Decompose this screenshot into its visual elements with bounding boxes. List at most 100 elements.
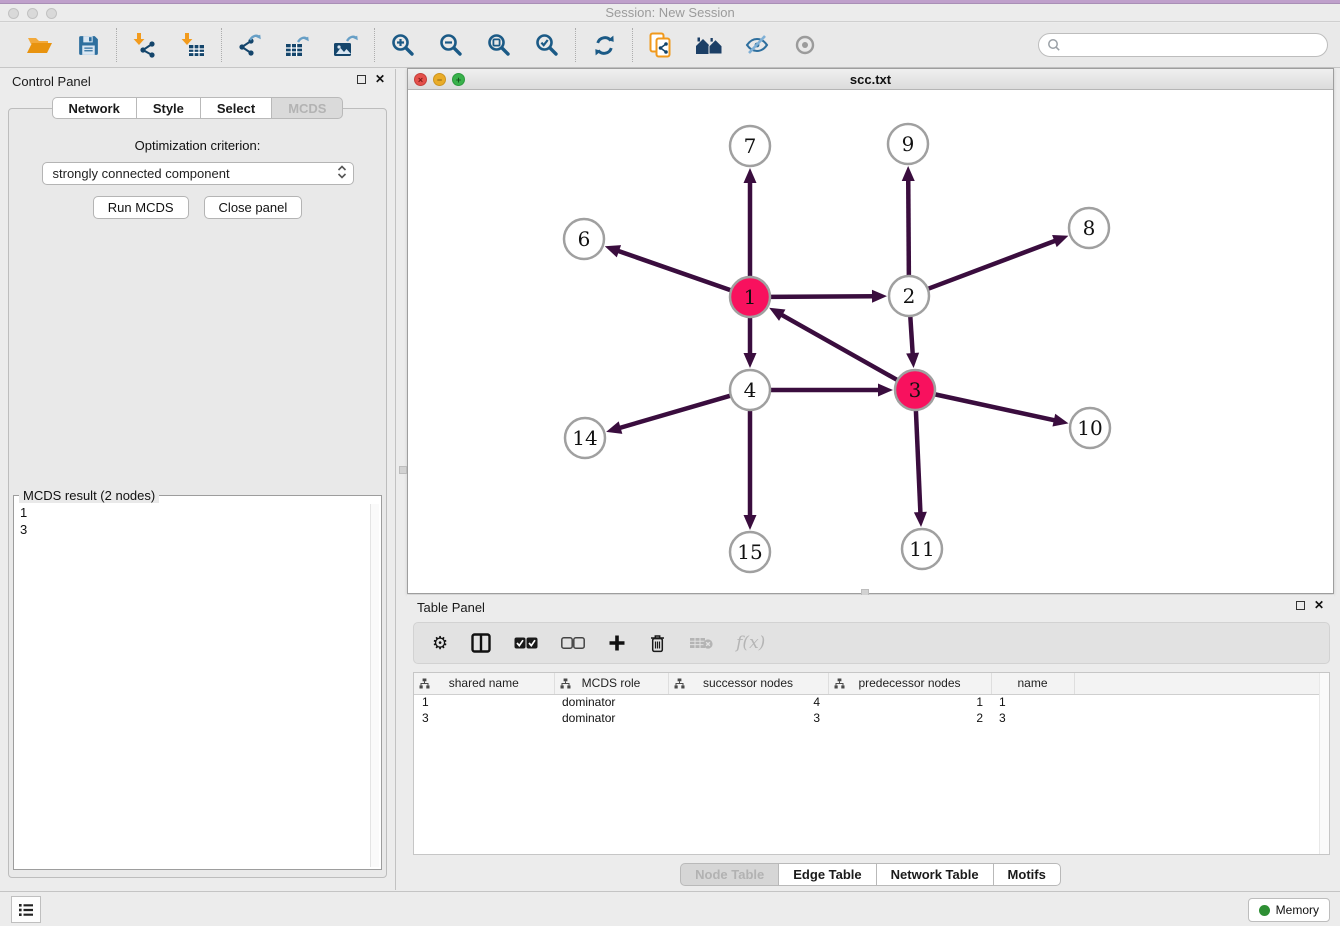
table-scrollbar[interactable] bbox=[1319, 673, 1329, 854]
graph-node-15[interactable]: 15 bbox=[730, 532, 770, 572]
refresh-layout-icon[interactable] bbox=[589, 30, 619, 60]
network-window-titlebar[interactable]: × − + scc.txt bbox=[408, 69, 1333, 90]
deselect-all-checkboxes-icon[interactable] bbox=[561, 630, 585, 656]
table-toolbar: ⚙ f(x) bbox=[413, 622, 1330, 664]
graph-edge-2-3[interactable] bbox=[906, 316, 919, 368]
import-table-icon[interactable] bbox=[178, 30, 208, 60]
tab-style[interactable]: Style bbox=[136, 97, 200, 119]
column-header-successor-nodes[interactable]: successor nodes bbox=[668, 673, 828, 694]
table-panel-title: Table Panel bbox=[417, 600, 485, 615]
selected-option: strongly connected component bbox=[53, 166, 230, 181]
graph-edge-3-1[interactable] bbox=[769, 308, 897, 380]
graph-node-2[interactable]: 2 bbox=[889, 276, 929, 316]
select-all-checkboxes-icon[interactable] bbox=[514, 630, 538, 656]
hide-eye-icon[interactable] bbox=[742, 30, 772, 60]
zoom-out-icon[interactable] bbox=[436, 30, 466, 60]
close-table-panel-icon[interactable]: ✕ bbox=[1314, 600, 1324, 610]
graph-node-1[interactable]: 1 bbox=[730, 277, 770, 317]
clone-network-icon[interactable] bbox=[646, 30, 676, 60]
float-panel-icon[interactable] bbox=[357, 75, 366, 84]
graph-node-8[interactable]: 8 bbox=[1069, 208, 1109, 248]
table-tabs: Node TableEdge TableNetwork TableMotifs bbox=[407, 863, 1334, 886]
network-canvas[interactable]: 7 9 6 8 1 2 4 3 14 10 15 11 bbox=[408, 90, 1333, 593]
result-scrollbar[interactable] bbox=[370, 504, 379, 867]
export-image-icon[interactable] bbox=[331, 30, 361, 60]
search-box[interactable] bbox=[1038, 33, 1328, 57]
graph-edge-1-2[interactable] bbox=[770, 290, 887, 303]
task-history-button[interactable] bbox=[11, 896, 41, 923]
control-panel-tabs: NetworkStyleSelectMCDS bbox=[0, 97, 395, 119]
optimization-criterion-label: Optimization criterion: bbox=[9, 138, 386, 153]
node-table: shared nameMCDS rolesuccessor nodesprede… bbox=[413, 672, 1330, 855]
function-builder-icon[interactable]: f(x) bbox=[736, 630, 765, 656]
graph-edge-4-15[interactable] bbox=[744, 410, 757, 530]
table-row[interactable]: 1dominator411 bbox=[414, 694, 1329, 710]
mcds-result-group: MCDS result (2 nodes) 1 3 bbox=[13, 495, 382, 870]
export-network-icon[interactable] bbox=[235, 30, 265, 60]
graph-node-9[interactable]: 9 bbox=[888, 124, 928, 164]
column-header-MCDS-role[interactable]: MCDS role bbox=[554, 673, 668, 694]
graph-edge-2-9[interactable] bbox=[902, 166, 915, 276]
optimization-criterion-select[interactable]: strongly connected component bbox=[42, 162, 354, 185]
graph-edge-4-14[interactable] bbox=[606, 396, 731, 434]
memory-label: Memory bbox=[1276, 903, 1319, 917]
save-session-icon[interactable] bbox=[73, 30, 103, 60]
graph-edge-1-4[interactable] bbox=[744, 317, 757, 368]
svg-text:4: 4 bbox=[744, 378, 757, 402]
graph-edge-2-8[interactable] bbox=[928, 235, 1069, 289]
graph-edge-3-10[interactable] bbox=[935, 394, 1069, 426]
zoom-in-icon[interactable] bbox=[388, 30, 418, 60]
svg-text:14: 14 bbox=[572, 426, 597, 450]
mcds-result-title: MCDS result (2 nodes) bbox=[19, 488, 159, 503]
search-icon bbox=[1047, 38, 1061, 52]
window-title: Session: New Session bbox=[0, 5, 1340, 20]
graph-node-4[interactable]: 4 bbox=[730, 370, 770, 410]
memory-button[interactable]: Memory bbox=[1248, 898, 1330, 922]
search-input[interactable] bbox=[1067, 38, 1319, 52]
table-row[interactable]: 3dominator323 bbox=[414, 710, 1329, 726]
main-toolbar bbox=[0, 23, 1340, 68]
column-header-shared-name[interactable]: shared name bbox=[414, 673, 554, 694]
column-layout-icon[interactable] bbox=[471, 630, 491, 656]
tab-edge-table[interactable]: Edge Table bbox=[778, 863, 875, 886]
delete-table-icon[interactable] bbox=[689, 630, 713, 656]
zoom-selected-icon[interactable] bbox=[532, 30, 562, 60]
graph-node-11[interactable]: 11 bbox=[902, 529, 942, 569]
open-file-icon[interactable] bbox=[25, 30, 55, 60]
graph-edge-3-11[interactable] bbox=[914, 410, 927, 527]
graph-node-6[interactable]: 6 bbox=[564, 219, 604, 259]
show-eye-icon[interactable] bbox=[790, 30, 820, 60]
zoom-fit-icon[interactable] bbox=[484, 30, 514, 60]
export-table-icon[interactable] bbox=[283, 30, 313, 60]
vertical-splitter-handle[interactable] bbox=[399, 466, 407, 474]
column-header-predecessor-nodes[interactable]: predecessor nodes bbox=[828, 673, 991, 694]
tab-node-table[interactable]: Node Table bbox=[680, 863, 778, 886]
graph-node-10[interactable]: 10 bbox=[1070, 408, 1110, 448]
home-icon[interactable] bbox=[694, 30, 724, 60]
graph-edge-4-3[interactable] bbox=[770, 384, 893, 397]
network-view-window: × − + scc.txt 7 9 6 8 1 2 4 3 14 10 15 11 bbox=[407, 68, 1334, 594]
graph-edge-1-7[interactable] bbox=[744, 168, 757, 277]
graph-node-3[interactable]: 3 bbox=[895, 370, 935, 410]
run-mcds-button[interactable]: Run MCDS bbox=[93, 196, 189, 219]
import-network-icon[interactable] bbox=[130, 30, 160, 60]
tab-motifs[interactable]: Motifs bbox=[993, 863, 1061, 886]
graph-edge-1-6[interactable] bbox=[605, 245, 731, 290]
tab-select[interactable]: Select bbox=[200, 97, 271, 119]
svg-text:10: 10 bbox=[1077, 416, 1102, 440]
settings-gear-icon[interactable]: ⚙ bbox=[432, 630, 448, 656]
control-panel-title: Control Panel bbox=[12, 74, 91, 89]
mcds-result-text[interactable]: 1 3 bbox=[20, 504, 369, 867]
add-column-icon[interactable] bbox=[608, 630, 626, 656]
memory-status-icon bbox=[1259, 905, 1270, 916]
graph-node-7[interactable]: 7 bbox=[730, 126, 770, 166]
column-header-name[interactable]: name bbox=[991, 673, 1074, 694]
graph-node-14[interactable]: 14 bbox=[565, 418, 605, 458]
close-panel-icon[interactable]: ✕ bbox=[375, 74, 385, 84]
close-panel-button[interactable]: Close panel bbox=[204, 196, 303, 219]
tab-network-table[interactable]: Network Table bbox=[876, 863, 993, 886]
float-table-panel-icon[interactable] bbox=[1296, 601, 1305, 610]
delete-column-trash-icon[interactable] bbox=[649, 630, 666, 656]
tab-mcds[interactable]: MCDS bbox=[271, 97, 343, 119]
tab-network[interactable]: Network bbox=[52, 97, 136, 119]
